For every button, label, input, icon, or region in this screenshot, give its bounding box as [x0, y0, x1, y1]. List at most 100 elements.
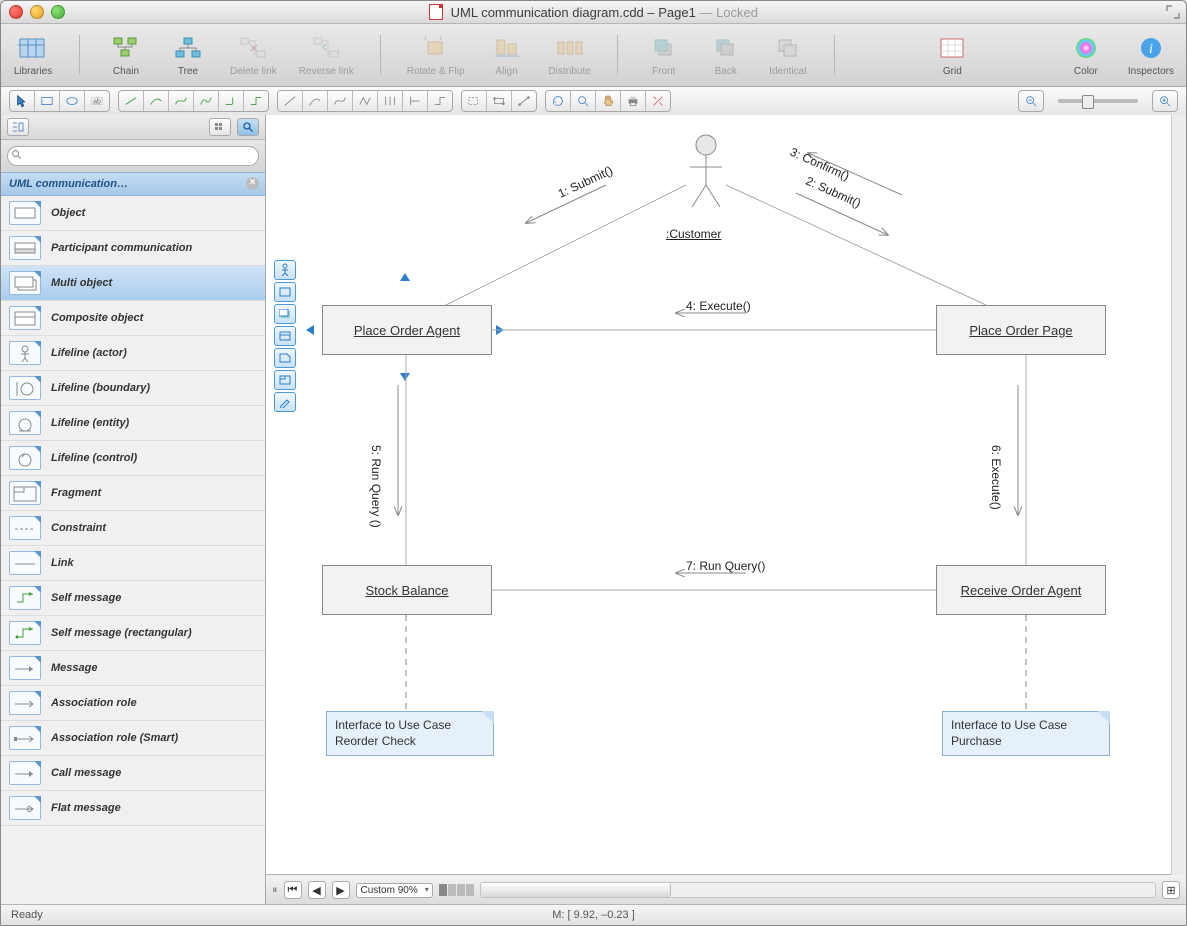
identical-button[interactable]: Identical	[768, 33, 808, 77]
library-item[interactable]: Lifeline (entity)	[1, 406, 265, 441]
note-purchase[interactable]: Interface to Use Case Purchase	[942, 711, 1110, 756]
app-window: UML communication diagram.cdd – Page1 — …	[0, 0, 1187, 926]
library-item[interactable]: Link	[1, 546, 265, 581]
panel-grid-view[interactable]	[209, 118, 231, 136]
library-item[interactable]: Call message	[1, 756, 265, 791]
zoom-slider[interactable]	[1058, 99, 1138, 103]
zoom-in-button[interactable]	[1152, 90, 1178, 112]
direct-connector[interactable]	[119, 91, 144, 111]
rotate-flip-button[interactable]: Rotate & Flip	[407, 33, 465, 77]
back-button[interactable]: Back	[706, 33, 746, 77]
library-item[interactable]: Association role	[1, 686, 265, 721]
edit-points-tool[interactable]	[462, 91, 487, 111]
library-item-thumb	[9, 481, 41, 505]
ellipse-tool[interactable]	[60, 91, 85, 111]
library-item[interactable]: Object	[1, 196, 265, 231]
segment-tool[interactable]	[487, 91, 512, 111]
align-button[interactable]: Align	[487, 33, 527, 77]
library-item[interactable]: Participant communication	[1, 231, 265, 266]
line-tool-4[interactable]	[428, 91, 452, 111]
curve-tool[interactable]	[512, 91, 536, 111]
page-footer-bar: ⏸ ⏮ ◀ ▶ Custom 90% ⊞	[266, 874, 1186, 905]
delete-link-button[interactable]: Delete link	[230, 33, 277, 77]
front-button[interactable]: Front	[644, 33, 684, 77]
library-item[interactable]: Self message (rectangular)	[1, 616, 265, 651]
pointer-tool[interactable]	[10, 91, 35, 111]
canvas-area: :Customer	[266, 115, 1186, 905]
reverse-link-button[interactable]: Reverse link	[299, 33, 354, 77]
next-page-button[interactable]: ▶	[332, 881, 350, 899]
canvas[interactable]: :Customer	[266, 115, 1172, 874]
line-tool-3[interactable]	[403, 91, 428, 111]
locked-text: — Locked	[699, 5, 758, 20]
spline-connector[interactable]	[194, 91, 219, 111]
polyline-tool[interactable]	[353, 91, 378, 111]
print-tool[interactable]	[621, 91, 646, 111]
line-tool[interactable]	[278, 91, 303, 111]
panel-search-toggle[interactable]	[237, 118, 259, 136]
arc-tool[interactable]	[303, 91, 328, 111]
prev-page-button[interactable]: ◀	[308, 881, 326, 899]
crop-tool[interactable]	[646, 91, 670, 111]
zoom-slider-thumb[interactable]	[1082, 95, 1094, 109]
panel-tree-toggle[interactable]	[7, 118, 29, 136]
library-item-label: Call message	[51, 767, 121, 779]
library-item[interactable]: Multi object	[1, 266, 265, 301]
zoom-out-button[interactable]	[1018, 90, 1044, 112]
node-place-order-agent[interactable]: Place Order Agent	[322, 305, 492, 355]
spline-tool[interactable]	[328, 91, 353, 111]
library-item[interactable]: Message	[1, 651, 265, 686]
libraries-icon	[16, 33, 50, 63]
vertical-scrollbar[interactable]	[1171, 115, 1186, 875]
msg-5: 5: Run Query ()	[369, 445, 383, 528]
library-item[interactable]: Association role (Smart)	[1, 721, 265, 756]
title-text: UML communication diagram.cdd – Page1	[451, 5, 696, 20]
line-tool-2[interactable]	[378, 91, 403, 111]
zoom-tool[interactable]	[571, 91, 596, 111]
library-item-thumb	[9, 446, 41, 470]
bezier-connector[interactable]	[169, 91, 194, 111]
library-item[interactable]: Lifeline (boundary)	[1, 371, 265, 406]
node-stock-balance[interactable]: Stock Balance	[322, 565, 492, 615]
close-library-icon[interactable]: ×	[246, 177, 259, 190]
library-item[interactable]: Lifeline (control)	[1, 441, 265, 476]
library-item-thumb	[9, 691, 41, 715]
first-page-button[interactable]: ⏮	[284, 881, 302, 899]
page-menu-button[interactable]: ⊞	[1162, 881, 1180, 899]
node-receive-order-agent[interactable]: Receive Order Agent	[936, 565, 1106, 615]
horizontal-scrollbar[interactable]	[480, 882, 1156, 898]
tree-button[interactable]: Tree	[168, 33, 208, 77]
library-panel-tabs	[1, 115, 265, 140]
smart-connector[interactable]	[244, 91, 268, 111]
rect-tool[interactable]	[35, 91, 60, 111]
library-item-thumb	[9, 726, 41, 750]
distribute-button[interactable]: Distribute	[549, 33, 591, 77]
text-tool[interactable]: ab	[85, 91, 109, 111]
round-connector[interactable]	[219, 91, 244, 111]
library-search-input[interactable]	[7, 146, 259, 166]
libraries-button[interactable]: Libraries	[13, 33, 53, 77]
arc-connector[interactable]	[144, 91, 169, 111]
library-item-thumb	[9, 236, 41, 260]
fullscreen-icon[interactable]	[1166, 5, 1180, 19]
node-place-order-page[interactable]: Place Order Page	[936, 305, 1106, 355]
library-item[interactable]: Composite object	[1, 301, 265, 336]
zoom-select[interactable]: Custom 90%	[356, 883, 433, 898]
chain-button[interactable]: Chain	[106, 33, 146, 77]
library-item-label: Lifeline (boundary)	[51, 382, 150, 394]
library-item[interactable]: Self message	[1, 581, 265, 616]
color-button[interactable]: Color	[1066, 33, 1106, 77]
library-item-thumb	[9, 341, 41, 365]
tree-icon	[171, 33, 205, 63]
library-header[interactable]: UML communication… ×	[1, 172, 265, 196]
refresh-tool[interactable]	[546, 91, 571, 111]
inspectors-button[interactable]: iInspectors	[1128, 33, 1174, 77]
library-item-label: Lifeline (entity)	[51, 417, 129, 429]
hand-tool[interactable]	[596, 91, 621, 111]
library-item[interactable]: Constraint	[1, 511, 265, 546]
library-item[interactable]: Lifeline (actor)	[1, 336, 265, 371]
library-item[interactable]: Fragment	[1, 476, 265, 511]
library-item[interactable]: Flat message	[1, 791, 265, 826]
grid-button[interactable]: Grid	[932, 33, 972, 77]
note-reorder[interactable]: Interface to Use Case Reorder Check	[326, 711, 494, 756]
